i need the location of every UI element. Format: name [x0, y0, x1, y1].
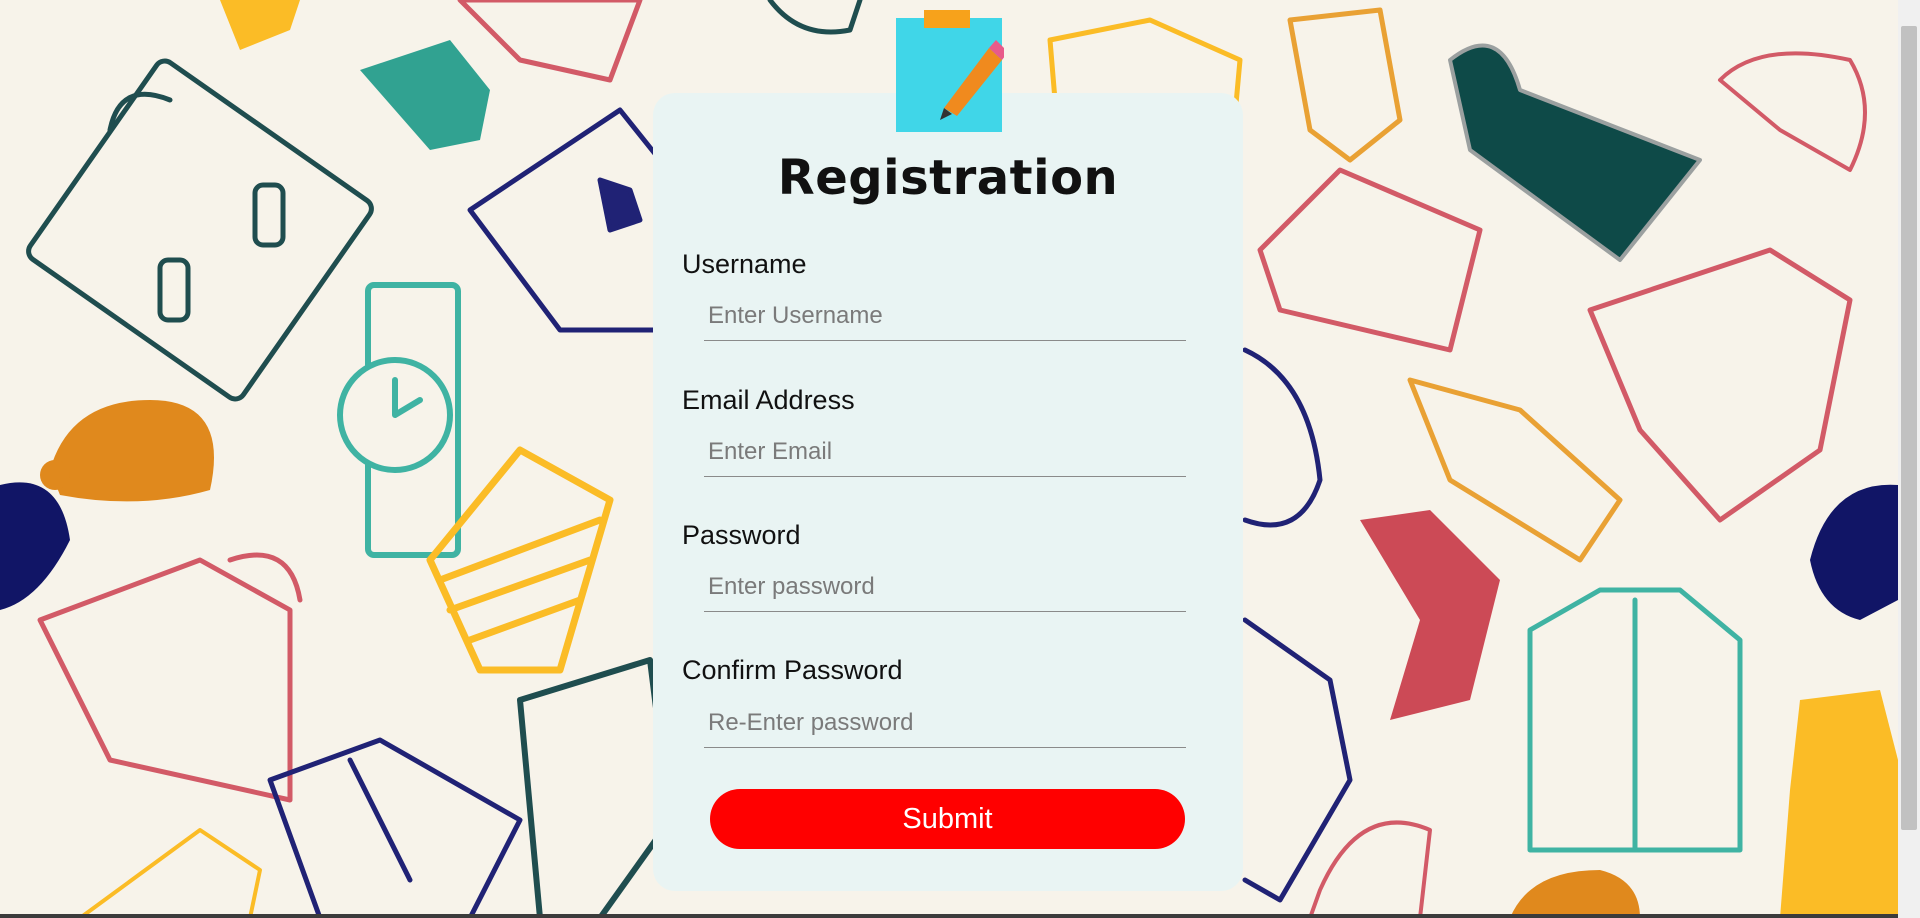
scrollbar-thumb[interactable] [1901, 26, 1917, 830]
email-label: Email Address [682, 385, 855, 415]
shorts-illustration [1257, 167, 1483, 353]
username-label: Username [682, 249, 807, 279]
hoodie-illustration [1448, 43, 1702, 262]
confirm-password-label: Confirm Password [682, 655, 903, 685]
hat-illustration [50, 400, 214, 502]
email-input[interactable] [704, 427, 1186, 477]
notepad-pencil-icon [894, 8, 1008, 134]
handbag-illustration [26, 58, 374, 402]
watch-illustration [337, 282, 461, 558]
password-input[interactable] [704, 562, 1186, 612]
username-input[interactable] [704, 291, 1186, 341]
sock-illustration [1360, 510, 1500, 720]
password-label: Password [682, 520, 801, 550]
form-title: Registration [777, 150, 1119, 206]
confirm-password-input[interactable] [704, 698, 1186, 748]
coat-illustration [37, 552, 303, 803]
submit-button[interactable]: Submit [710, 789, 1185, 849]
registration-card [653, 93, 1243, 891]
cap-illustration [360, 40, 490, 150]
suit-illustration [267, 737, 523, 918]
window-bottom-border [0, 914, 1898, 918]
jacket-illustration [1527, 587, 1743, 853]
vertical-scrollbar[interactable] [1898, 0, 1920, 918]
